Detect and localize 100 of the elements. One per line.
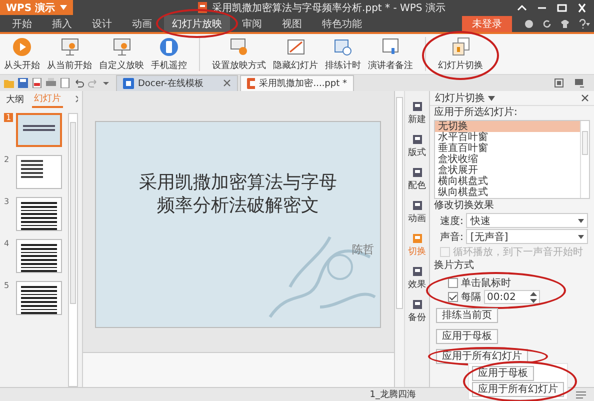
tab-label: Docer-在线模板 — [138, 78, 204, 90]
ribbon-button[interactable]: 演讲者备注 — [366, 34, 415, 74]
slide-number: 5 — [4, 281, 10, 290]
slide-thumbnail[interactable] — [16, 281, 62, 315]
ribbon-button[interactable]: 从当前开始 — [45, 34, 94, 74]
screen-icon — [112, 36, 132, 56]
speed-label: 速度: — [440, 214, 464, 228]
caret-icon[interactable] — [488, 96, 495, 100]
pane-button[interactable]: 应用于母板 — [472, 366, 534, 381]
ribbon-button[interactable]: 隐藏幻灯片 — [271, 34, 320, 74]
notes-icon[interactable] — [576, 390, 586, 398]
transition-item[interactable]: 纵向棋盘式 — [435, 187, 580, 198]
close-icon[interactable] — [576, 2, 588, 12]
scrollbar[interactable] — [580, 121, 589, 198]
menu-tab[interactable]: 动画 — [124, 15, 160, 32]
scrollbar[interactable] — [68, 113, 78, 387]
tab-label: 采用凯撒加密....ppt * — [259, 78, 347, 90]
menu-tab[interactable]: 幻灯片放映 — [164, 15, 230, 32]
side-tool-button[interactable]: 配色 — [408, 167, 426, 192]
sound-dropdown[interactable]: [无声音] — [466, 229, 588, 244]
slide-thumbnail[interactable] — [16, 113, 62, 147]
slide-number: 3 — [4, 197, 10, 206]
section-heading: 换片方式 — [434, 260, 474, 272]
ribbon-button[interactable]: 排练计时 — [323, 34, 363, 74]
side-tool-button[interactable]: 新建 — [408, 101, 426, 126]
transition-item[interactable]: 水平百叶窗 — [435, 132, 580, 143]
pane-button[interactable]: 应用于母板 — [436, 329, 498, 344]
click-checkbox[interactable] — [448, 278, 458, 288]
template-icon — [123, 78, 134, 88]
slide-title: 采用凯撒加密算法与字母 频率分析法破解密文 — [139, 172, 337, 217]
print-icon[interactable] — [46, 78, 56, 88]
click-label: 单击鼠标时 — [461, 276, 511, 290]
design-name: 1_龙腾四海 — [370, 388, 416, 401]
shirt-icon[interactable] — [560, 18, 570, 28]
refresh-icon[interactable] — [542, 18, 552, 28]
ribbon-button[interactable]: 幻灯片切换 — [436, 34, 485, 74]
caret-icon — [60, 5, 68, 10]
menu-tab[interactable]: 视图 — [274, 15, 310, 32]
section-heading: 修改切换效果 — [434, 200, 494, 212]
slide-author: 陈哲 — [352, 242, 374, 257]
phone-icon — [159, 36, 179, 56]
document-icon — [197, 2, 208, 13]
caret-icon — [578, 218, 584, 222]
side-tool-button[interactable]: 效果 — [408, 266, 426, 291]
side-tool-button[interactable]: 动画 — [408, 200, 426, 225]
ribbon-button[interactable]: 设置放映方式 — [210, 34, 268, 74]
ribbon-button[interactable]: 从头开始 — [2, 34, 42, 74]
preview-icon[interactable] — [60, 78, 70, 88]
menu-tab[interactable]: 设计 — [84, 15, 120, 32]
menu-tab[interactable]: 开始 — [4, 15, 40, 32]
transition-item[interactable]: 垂直百叶窗 — [435, 143, 580, 154]
help-icon[interactable] — [578, 18, 590, 28]
slide-thumbnail[interactable] — [16, 197, 62, 231]
slides-icon — [450, 36, 470, 56]
undo-icon[interactable] — [74, 78, 84, 88]
menu-tab[interactable]: 审阅 — [234, 15, 270, 32]
apply-label: 应用于所选幻灯片: — [434, 107, 518, 119]
side-tool-button[interactable]: 版式 — [408, 134, 426, 159]
interval-spinner[interactable]: 00:02 — [484, 290, 540, 304]
pane-title[interactable]: 幻灯片切换 — [435, 91, 485, 105]
maximize-icon[interactable] — [556, 2, 568, 12]
document-tab[interactable]: 采用凯撒加密....ppt * — [240, 74, 354, 92]
transition-item[interactable]: 无切换 — [435, 121, 580, 132]
scrollbar[interactable] — [394, 91, 404, 387]
slide-number: 4 — [4, 239, 10, 248]
close-icon[interactable] — [75, 95, 78, 103]
spinner-arrows-icon — [530, 292, 537, 302]
screen-icon — [60, 36, 80, 56]
transition-item[interactable]: 横向棋盘式 — [435, 176, 580, 187]
speed-dropdown[interactable]: 快速 — [466, 213, 588, 228]
document-tab[interactable]: Docer-在线模板 — [116, 74, 238, 92]
note-icon — [380, 36, 400, 56]
close-icon[interactable] — [223, 79, 231, 87]
pane-button[interactable]: 应用于所有幻灯片 — [472, 382, 564, 397]
transition-item[interactable]: 盒状展开 — [435, 165, 580, 176]
ribbon-button[interactable]: 手机遥控 — [149, 34, 189, 74]
presentation-icon — [247, 78, 256, 88]
pdf-icon[interactable] — [32, 78, 42, 88]
interval-label: 每隔 — [461, 291, 481, 304]
caret-icon — [578, 234, 584, 238]
slide-thumbnail[interactable] — [16, 155, 62, 189]
sound-label: 声音: — [440, 230, 464, 244]
menu-tab[interactable]: 特色功能 — [314, 15, 370, 32]
grid-icon[interactable] — [554, 78, 564, 88]
loop-label: 循环播放，到下一声音开始时 — [453, 246, 583, 259]
slide-thumbnail[interactable] — [16, 239, 62, 273]
pane-button[interactable]: 排练当前页 — [436, 308, 498, 323]
pane-icon[interactable] — [574, 78, 584, 88]
ribbon-button[interactable]: 自定义放映 — [97, 34, 146, 74]
transition-item[interactable]: 盒状收缩 — [435, 154, 580, 165]
play-icon — [12, 36, 32, 56]
slide-icon — [286, 36, 306, 56]
slide-number: 2 — [4, 155, 10, 164]
side-tool-button[interactable]: 备份 — [408, 299, 426, 324]
collapse-icon[interactable] — [516, 2, 528, 12]
interval-checkbox[interactable] — [448, 292, 458, 302]
menu-tab[interactable]: 插入 — [44, 15, 80, 32]
close-icon[interactable] — [581, 94, 589, 102]
save-icon[interactable] — [18, 78, 28, 88]
panel-tab[interactable]: 大纲 — [4, 92, 26, 106]
